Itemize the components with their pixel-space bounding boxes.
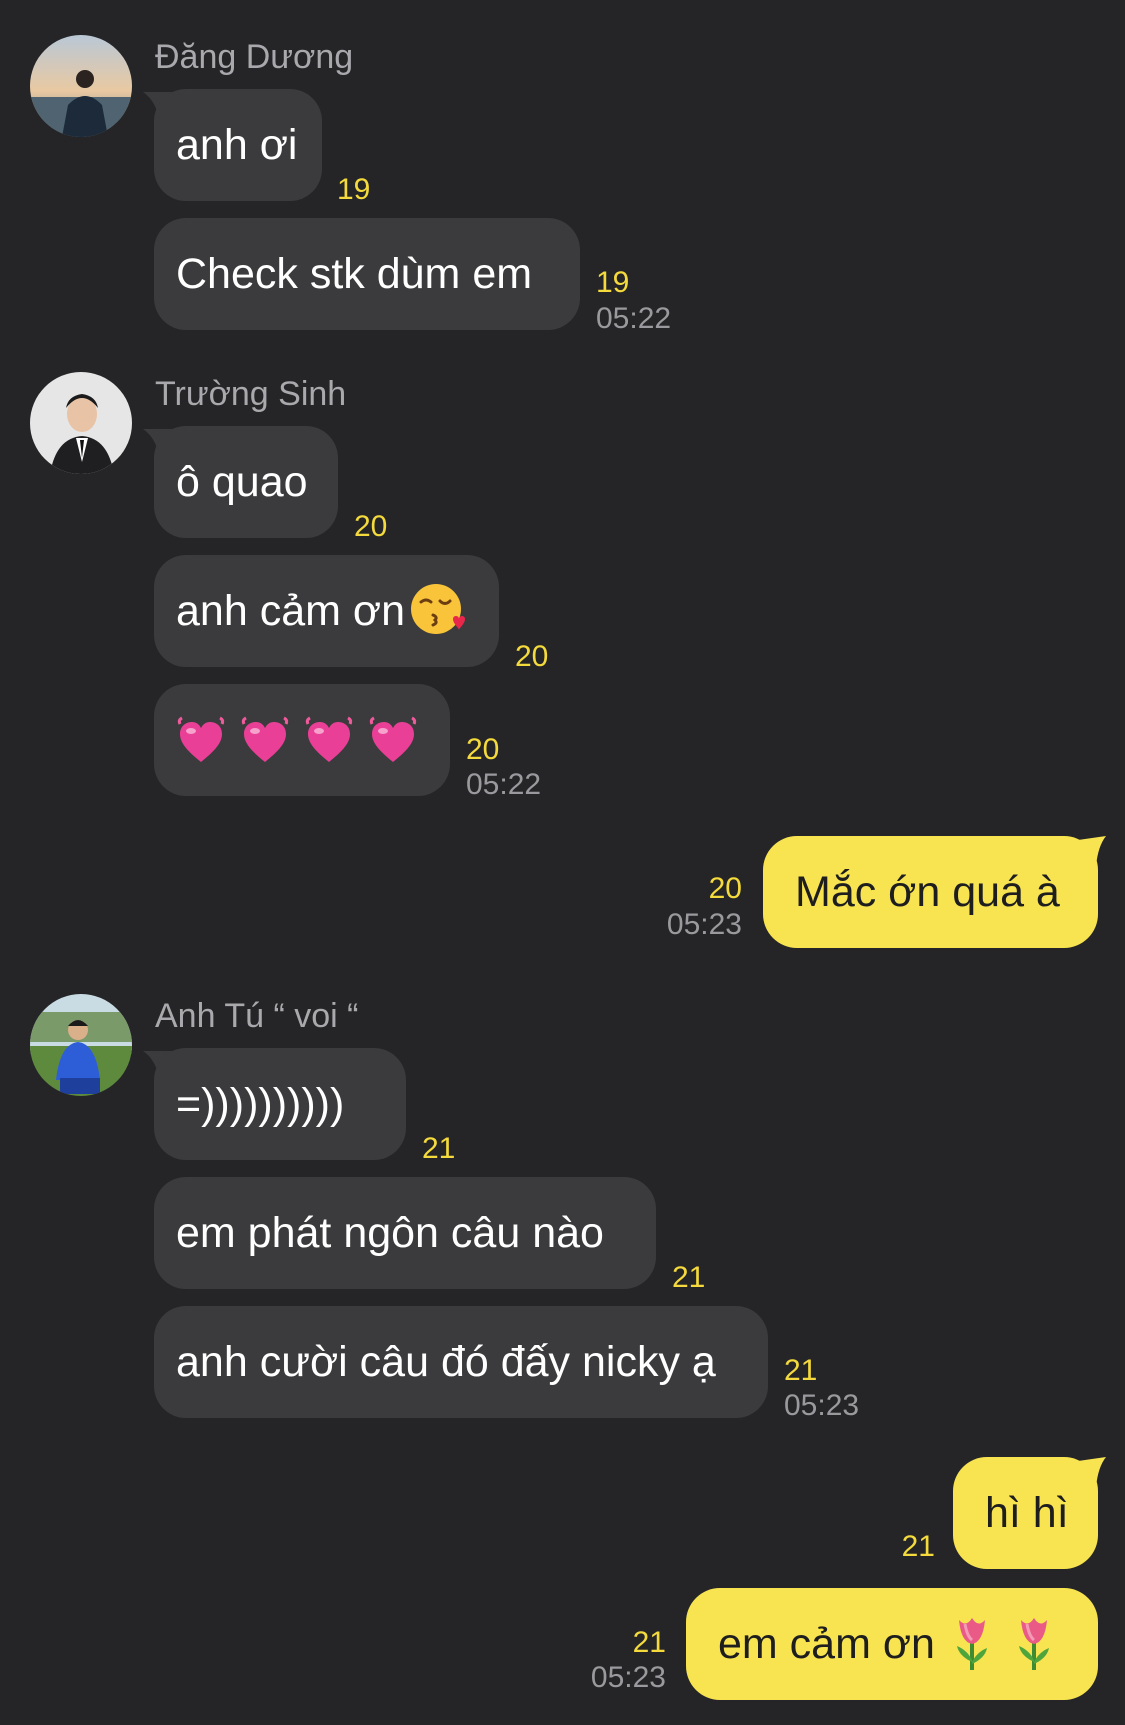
bubble-tail [1078,836,1106,866]
beating-heart-icon [305,716,353,762]
timestamp: 05:23 [784,1389,860,1422]
avatar[interactable] [30,35,132,137]
read-count: 21 [422,1132,456,1165]
read-count: 20 [708,872,742,905]
message-bubble[interactable] [154,684,450,796]
sender-name: Đăng Dương [155,38,354,76]
read-count: 21 [784,1354,818,1387]
message-text: anh cảm ơn [176,587,405,635]
read-count: 21 [632,1626,666,1659]
sender-name: Anh Tú “ voi “ [155,997,359,1035]
message-bubble[interactable]: em phát ngôn câu nào [154,1177,656,1289]
bubble-tail [1078,1457,1106,1487]
read-count: 20 [515,640,549,673]
message-text: em cảm ơn [718,1620,935,1668]
timestamp: 05:22 [596,302,672,335]
beating-heart-icon [177,716,225,762]
read-count: 21 [672,1261,706,1294]
message-bubble[interactable]: =)))))))))) [154,1048,406,1160]
read-count: 19 [596,266,630,299]
kissing-face-heart-icon [410,583,465,634]
read-count: 20 [466,733,500,766]
message-bubble[interactable]: anh cảm ơn [154,555,499,667]
read-count: 19 [337,173,371,206]
timestamp: 05:23 [590,1661,666,1694]
message-bubble[interactable]: em cảm ơn [686,1588,1098,1700]
sender-name: Trường Sinh [155,375,347,413]
message-bubble[interactable]: Mắc ớn quá à [763,836,1098,948]
timestamp: 05:22 [466,768,542,801]
message-bubble[interactable]: anh ơi [154,89,322,201]
message-bubble[interactable]: hì hì [953,1457,1098,1569]
read-count: 20 [354,510,388,543]
tulip-icon [956,1617,987,1670]
timestamp: 05:23 [666,908,742,941]
message-bubble[interactable]: ô quao [154,426,338,538]
avatar[interactable] [30,372,132,474]
read-count: 21 [901,1530,935,1563]
tulip-icon [1018,1617,1049,1670]
message-bubble[interactable]: anh cười câu đó đấy nicky ạ [154,1306,768,1418]
avatar[interactable] [30,994,132,1096]
beating-heart-icon [369,716,417,762]
beating-heart-icon [241,716,289,762]
message-bubble[interactable]: Check stk dùm em [154,218,580,330]
